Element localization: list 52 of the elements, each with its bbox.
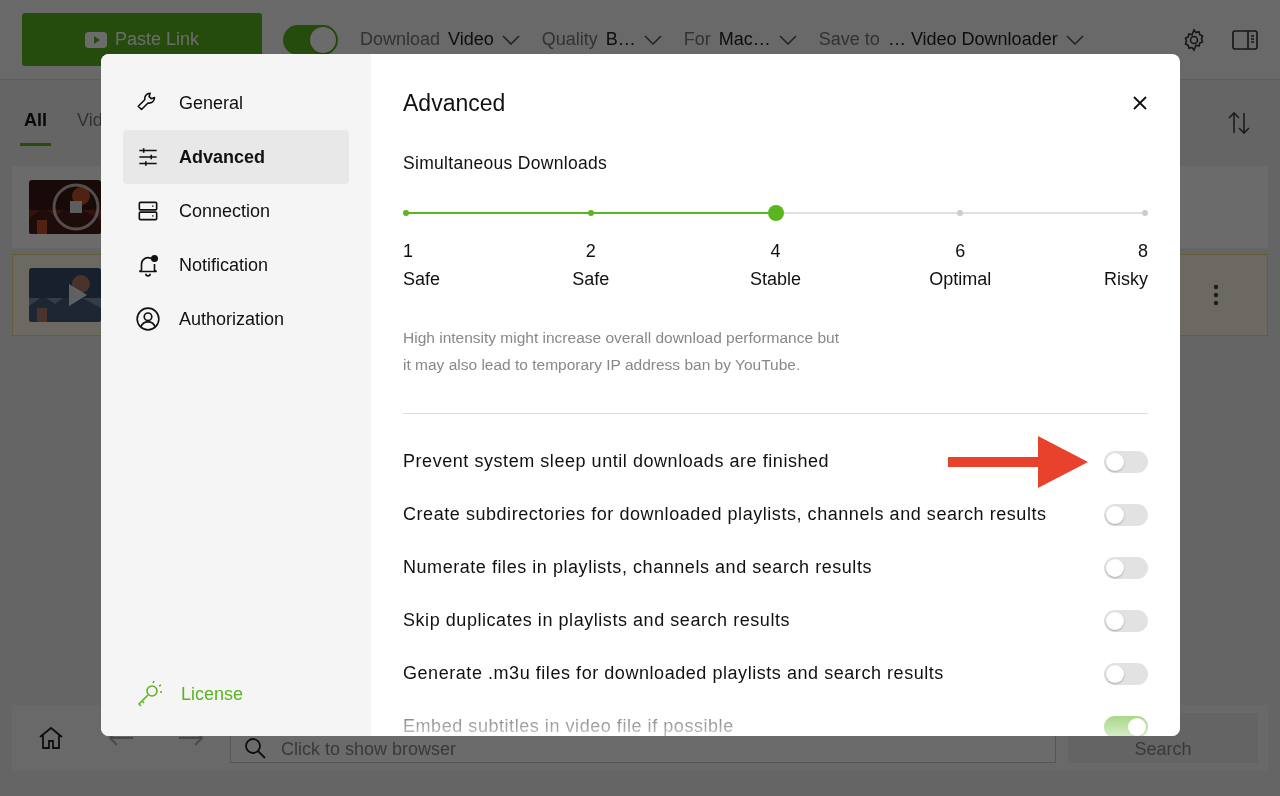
close-icon[interactable] — [1132, 95, 1148, 111]
stop-label: Optimal — [929, 269, 992, 290]
toggle-switch[interactable] — [1104, 503, 1148, 526]
toggle-switch[interactable] — [283, 24, 338, 55]
chevron-down-icon — [501, 34, 520, 45]
stop-label: Safe — [403, 269, 441, 290]
slider-thumb[interactable] — [767, 205, 784, 221]
option-label: Generate .m3u files for downloaded playlists and search results — [403, 663, 944, 684]
option-label: Embed subtitles in video file if possible — [403, 716, 734, 736]
home-icon[interactable] — [38, 725, 64, 750]
sidebar-toggle-icon[interactable] — [1232, 29, 1258, 50]
stop-label: Risky — [1104, 269, 1148, 290]
stop-value: 6 — [955, 241, 966, 262]
option-label: Create subdirectories for downloaded playlists, channels and search results — [403, 504, 1047, 525]
sidebar-item[interactable]: Advanced — [123, 130, 349, 184]
stop-value: 1 — [403, 241, 413, 262]
play-icon — [84, 31, 107, 48]
sidebar-item[interactable]: Connection — [123, 184, 349, 238]
key-icon — [135, 680, 163, 708]
toggle-switch[interactable] — [1104, 715, 1148, 736]
section-title: Simultaneous Downloads — [403, 153, 609, 174]
chevron-down-icon — [1065, 34, 1084, 45]
option-label: Skip duplicates in playlists and search results — [403, 610, 791, 631]
hint-text: High intensity might increase overall download performance but it may also lead to temporary IP address ban by YouTube. — [403, 328, 840, 375]
option-label: Prevent system sleep until downloads are finished — [403, 451, 830, 472]
search-icon — [245, 737, 266, 759]
slider-stop[interactable] — [587, 210, 594, 216]
more-icon[interactable] — [1213, 284, 1219, 306]
sort-icon[interactable] — [1228, 111, 1250, 135]
tab[interactable]: All — [20, 100, 51, 146]
stop-value: 2 — [585, 241, 596, 262]
user-icon — [135, 306, 161, 332]
slider-stop[interactable] — [957, 210, 964, 216]
toggle-switch[interactable] — [1104, 556, 1148, 579]
slider-stop[interactable] — [403, 210, 409, 216]
option-label: Numerate files in playlists, channels and search results — [403, 557, 872, 578]
license-link[interactable]: License — [123, 674, 349, 714]
sidebar-item[interactable]: Notification — [123, 238, 349, 292]
sidebar-item[interactable]: Authorization — [123, 292, 349, 346]
chevron-down-icon — [643, 34, 662, 45]
stop-value: 4 — [770, 241, 781, 262]
settings-icon[interactable] — [1182, 27, 1206, 52]
toggle-switch[interactable] — [1104, 662, 1148, 685]
dialog-title: Advanced — [403, 89, 506, 117]
slider-stop[interactable] — [1142, 210, 1148, 216]
sidebar-item[interactable]: General — [123, 76, 349, 130]
stop-value: 8 — [1138, 241, 1148, 262]
stop-label: Stable — [750, 269, 801, 290]
chevron-down-icon — [778, 34, 797, 45]
toggle-switch[interactable] — [1104, 609, 1148, 632]
toggle-switch[interactable] — [1104, 450, 1148, 473]
stop-label: Safe — [572, 269, 610, 290]
